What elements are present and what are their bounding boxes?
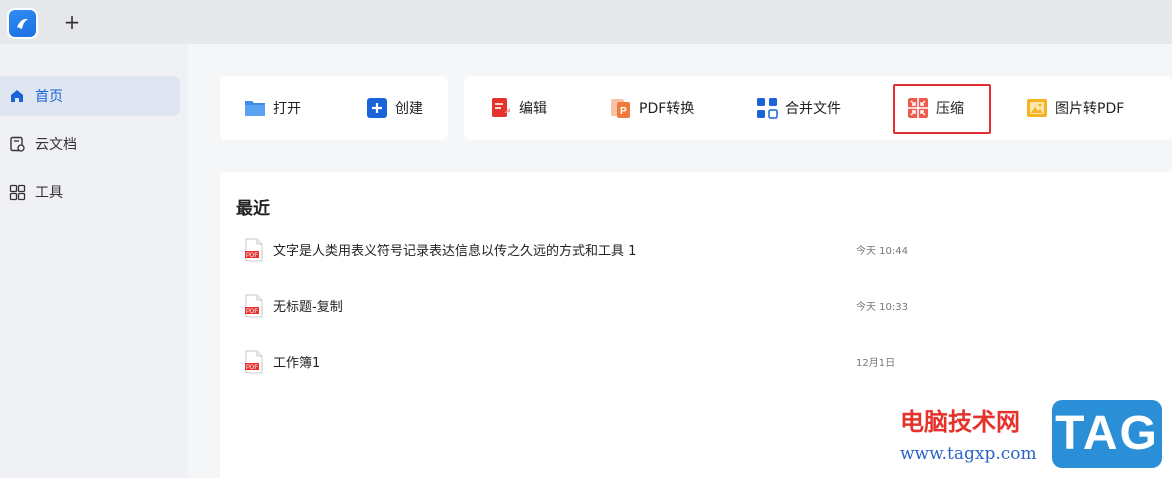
watermark-tag-text: TAG bbox=[1055, 407, 1159, 460]
new-tab-button[interactable]: + bbox=[62, 11, 82, 33]
create-label: 创建 bbox=[395, 101, 423, 117]
app-logo-icon[interactable] bbox=[9, 10, 36, 37]
recent-file-row[interactable]: PDF 无标题-复制 今天 10:33 bbox=[220, 284, 1172, 334]
watermark-url: www.tagxp.com bbox=[900, 444, 1037, 464]
sidebar-item-cloud-docs[interactable]: 云文档 bbox=[0, 124, 180, 164]
pdf-file-icon: PDF bbox=[244, 350, 264, 374]
image-icon bbox=[1026, 97, 1048, 119]
file-time: 今天 10:44 bbox=[856, 246, 908, 257]
create-button[interactable]: 创建 bbox=[366, 76, 423, 140]
quick-actions-card: 打开 创建 bbox=[220, 76, 448, 140]
sidebar-item-home[interactable]: 首页 bbox=[0, 76, 180, 116]
compress-highlight-box bbox=[893, 84, 991, 134]
svg-text:PDF: PDF bbox=[246, 309, 258, 315]
edit-label: 编辑 bbox=[519, 101, 547, 117]
pdf-convert-icon: P bbox=[610, 97, 632, 119]
edit-button[interactable]: 编辑 bbox=[490, 76, 547, 140]
edit-doc-icon bbox=[490, 97, 512, 119]
tab-bar: + bbox=[0, 0, 1172, 44]
merge-files-label: 合并文件 bbox=[785, 101, 841, 117]
image-to-pdf-label: 图片转PDF bbox=[1055, 101, 1125, 117]
sidebar-item-tools[interactable]: 工具 bbox=[0, 172, 180, 212]
app-logo-glyph bbox=[17, 18, 28, 29]
merge-files-button[interactable]: 合并文件 bbox=[756, 76, 841, 140]
cloud-doc-icon bbox=[7, 134, 27, 154]
pdf-file-icon: PDF bbox=[244, 294, 264, 318]
sidebar: 首页 云文档 工具 bbox=[0, 44, 188, 478]
pdf-convert-button[interactable]: P PDF转换 bbox=[610, 76, 694, 140]
image-to-pdf-button[interactable]: 图片转PDF bbox=[1026, 76, 1124, 140]
folder-icon bbox=[244, 97, 266, 119]
open-label: 打开 bbox=[273, 101, 301, 117]
file-name: 工作簿1 bbox=[273, 356, 321, 371]
merge-icon bbox=[756, 97, 778, 119]
sidebar-item-label: 云文档 bbox=[35, 137, 77, 153]
tools-card: 编辑 P PDF转换 合并文件 压缩 图片转PDF bbox=[464, 76, 1172, 140]
recent-file-row[interactable]: PDF 工作簿1 12月1日 bbox=[220, 340, 1172, 390]
svg-text:PDF: PDF bbox=[246, 365, 258, 371]
svg-text:PDF: PDF bbox=[246, 253, 258, 259]
file-time: 今天 10:33 bbox=[856, 302, 908, 313]
home-icon bbox=[7, 86, 27, 106]
pdf-convert-label: PDF转换 bbox=[639, 101, 695, 117]
grid-apps-icon bbox=[7, 182, 27, 202]
watermark-site-name: 电脑技术网 bbox=[900, 407, 1020, 436]
file-name: 文字是人类用表义符号记录表达信息以传之久远的方式和工具 1 bbox=[273, 244, 637, 259]
file-name: 无标题-复制 bbox=[273, 300, 343, 315]
open-button[interactable]: 打开 bbox=[244, 76, 301, 140]
sidebar-item-label: 首页 bbox=[35, 89, 63, 105]
recent-title: 最近 bbox=[236, 199, 270, 219]
file-time: 12月1日 bbox=[856, 358, 896, 369]
pdf-file-icon: PDF bbox=[244, 238, 264, 262]
svg-text:P: P bbox=[620, 106, 627, 117]
watermark-tag-badge: TAG bbox=[1052, 400, 1162, 468]
sidebar-item-label: 工具 bbox=[35, 185, 63, 201]
recent-file-row[interactable]: PDF 文字是人类用表义符号记录表达信息以传之久远的方式和工具 1 今天 10:… bbox=[220, 228, 1172, 278]
plus-square-icon bbox=[366, 97, 388, 119]
